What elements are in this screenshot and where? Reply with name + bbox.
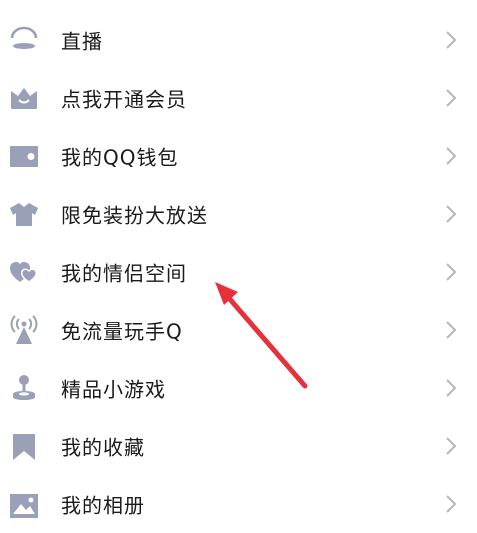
couple-hearts-icon: [8, 256, 40, 288]
menu-item-label: 直播: [61, 29, 103, 54]
chevron-right-icon: [446, 321, 457, 339]
menu-item-live[interactable]: 直播: [0, 11, 477, 69]
chevron-right-icon: [446, 205, 457, 223]
bookmark-icon: [8, 430, 40, 462]
menu-item-label: 精品小游戏: [61, 377, 166, 402]
menu-item-mini-games[interactable]: 精品小游戏: [0, 359, 477, 417]
menu-item-couple-space[interactable]: 我的情侣空间: [0, 243, 477, 301]
chevron-right-icon: [446, 437, 457, 455]
menu-item-label: 我的相册: [61, 493, 145, 518]
menu-item-label: 我的收藏: [61, 435, 145, 460]
chevron-right-icon: [446, 379, 457, 397]
menu-item-label: 点我开通会员: [61, 87, 187, 112]
tshirt-icon: [8, 198, 40, 230]
menu-item-label: 免流量玩手Q: [61, 319, 183, 344]
menu-item-favorites[interactable]: 我的收藏: [0, 417, 477, 475]
wallet-icon: [8, 140, 40, 172]
menu-item-dressup[interactable]: 限免装扮大放送: [0, 185, 477, 243]
chevron-right-icon: [446, 31, 457, 49]
live-icon: [8, 24, 40, 56]
joystick-icon: [8, 372, 40, 404]
chevron-right-icon: [446, 89, 457, 107]
chevron-right-icon: [446, 495, 457, 513]
menu-item-free-data[interactable]: 免流量玩手Q: [0, 301, 477, 359]
chevron-right-icon: [446, 147, 457, 165]
chevron-right-icon: [446, 263, 457, 281]
menu-item-label: 我的情侣空间: [61, 261, 187, 286]
menu-item-label: 限免装扮大放送: [61, 203, 208, 228]
menu-item-album[interactable]: 我的相册: [0, 475, 477, 533]
photo-icon: [8, 488, 40, 520]
menu-item-wallet[interactable]: 我的QQ钱包: [0, 127, 477, 185]
menu-item-label: 我的QQ钱包: [61, 145, 179, 170]
menu-item-vip[interactable]: 点我开通会员: [0, 69, 477, 127]
crown-icon: [8, 82, 40, 114]
antenna-icon: [8, 314, 40, 346]
